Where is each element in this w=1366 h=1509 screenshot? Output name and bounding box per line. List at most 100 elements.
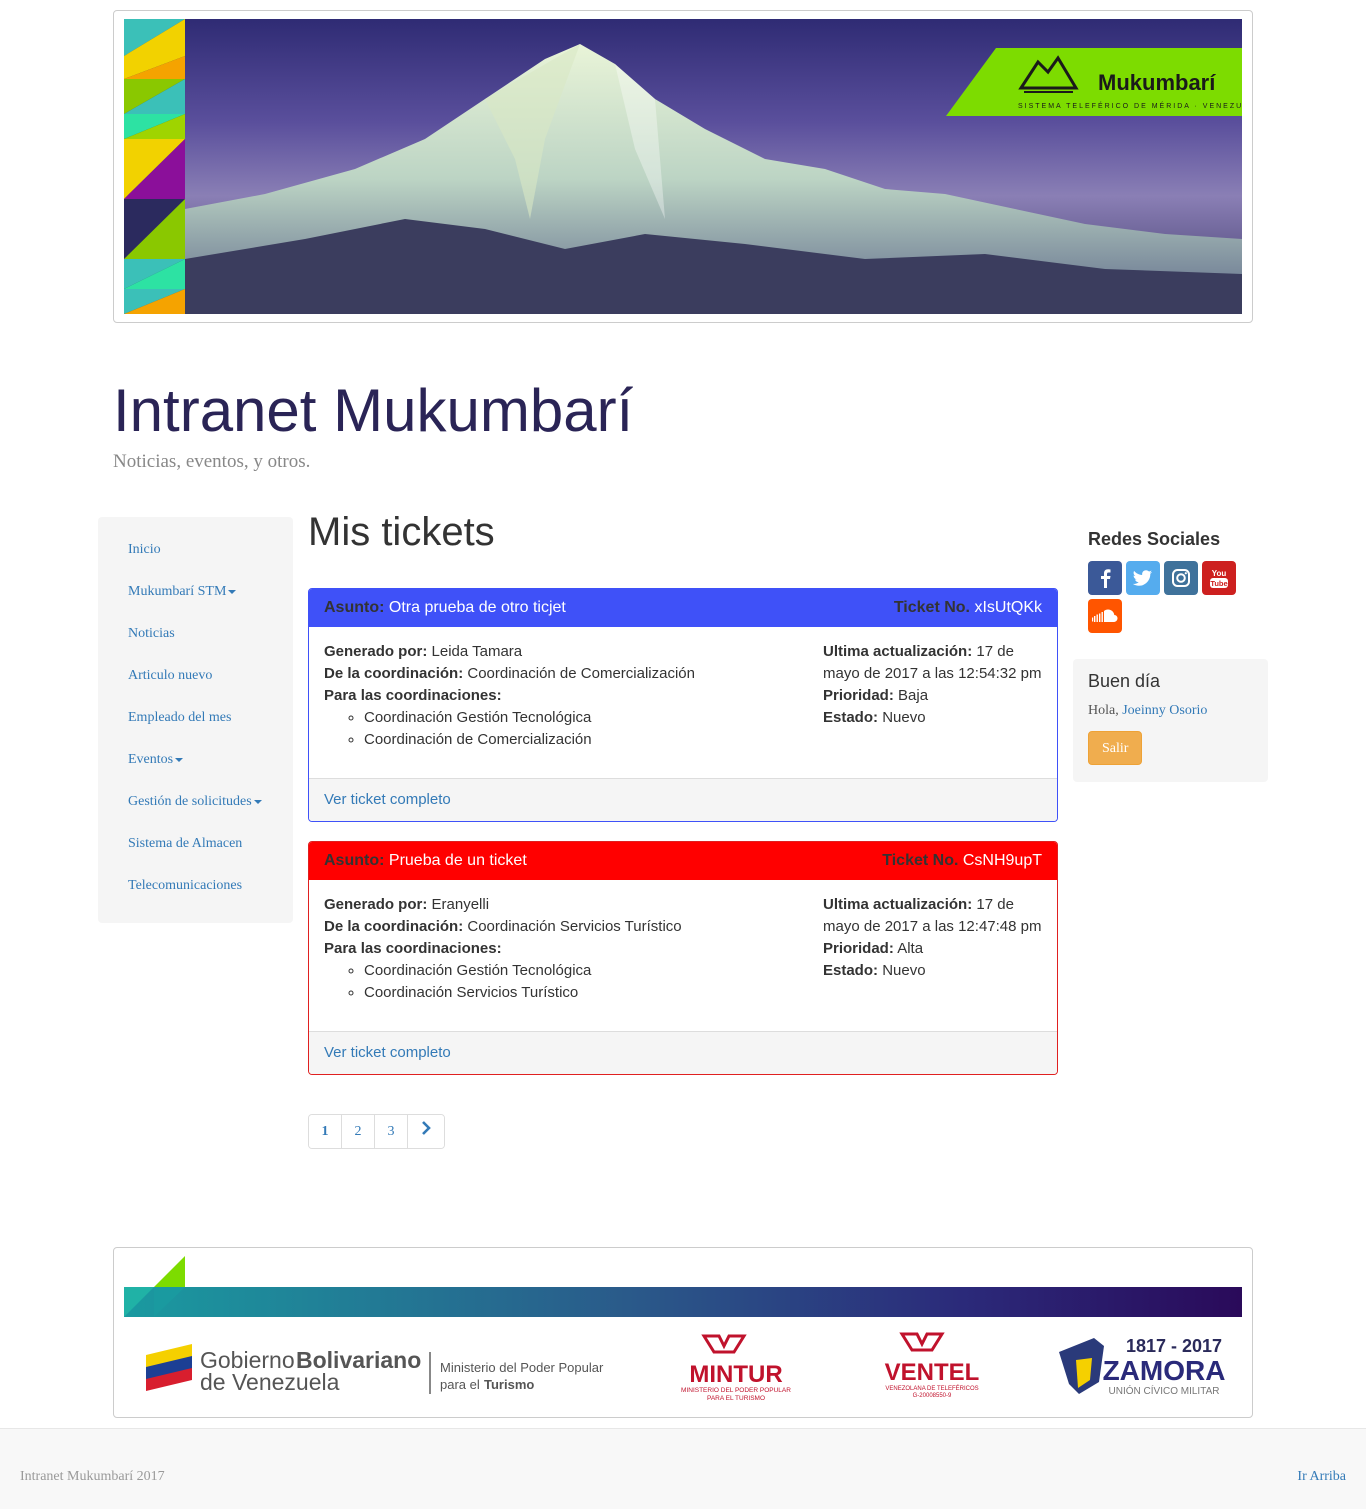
ticket-header: Asunto: Otra prueba de otro ticjet Ticke…: [309, 589, 1057, 627]
from-coord-value: Coordinación de Comercialización: [467, 665, 695, 682]
page-2-button[interactable]: 2: [342, 1115, 375, 1148]
zamora-logo: 1817 - 2017 ZAMORA UNIÓN CÍVICO MILITAR: [1059, 1336, 1225, 1397]
mukumbari-logo: Mukumbarí SISTEMA TELEFÉRICO DE MÉRIDA ·…: [946, 48, 1242, 116]
twitter-link[interactable]: [1126, 561, 1160, 595]
site-description: Noticias, eventos, y otros.: [113, 451, 311, 472]
from-coord-label: De la coordinación:: [324, 665, 464, 682]
ticket-header: Asunto: Prueba de un ticket Ticket No. C…: [309, 842, 1057, 880]
ticket-number-value: xIsUtQKk: [974, 599, 1042, 616]
ticket-number-value: CsNH9upT: [962, 852, 1042, 869]
copyright-text: Intranet Mukumbarí 2017: [20, 1469, 165, 1484]
nav-item-label: Gestión de solicitudes: [128, 794, 252, 809]
footer-logos-panel: Gobierno Bolivariano de Venezuela Minist…: [113, 1247, 1253, 1418]
logout-button[interactable]: Salir: [1088, 731, 1143, 765]
nav-item-eventos[interactable]: Eventos: [98, 739, 293, 781]
gobierno-bolivariano-logo: Gobierno Bolivariano de Venezuela Minist…: [146, 1344, 604, 1395]
subject-value: Otra prueba de otro ticjet: [388, 599, 566, 616]
instagram-link[interactable]: [1164, 561, 1198, 595]
view-ticket-link[interactable]: Ver ticket completo: [324, 1044, 451, 1061]
subject-label: Asunto:: [324, 852, 385, 869]
ticket-status: Ultima actualización: 17 de mayo de 2017…: [823, 894, 1048, 982]
priority-label: Prioridad:: [823, 687, 894, 704]
pagination: 1 2 3: [308, 1114, 445, 1149]
svg-text:ZAMORA: ZAMORA: [1103, 1355, 1226, 1386]
generated-by-label: Generado por:: [324, 896, 428, 913]
view-ticket-link[interactable]: Ver ticket completo: [324, 791, 451, 808]
page-3-button[interactable]: 3: [375, 1115, 408, 1148]
svg-text:Ministerio del Poder Popular: Ministerio del Poder Popular: [440, 1360, 604, 1375]
nav-item-label: Mukumbarí STM: [128, 584, 227, 599]
to-coords-label: Para las coordinaciones:: [324, 687, 502, 704]
youtube-link[interactable]: You Tube: [1202, 561, 1236, 595]
page-footer: Intranet Mukumbarí 2017 Ir Arriba: [0, 1428, 1366, 1509]
nav-item-empleado-del-mes[interactable]: Empleado del mes: [98, 697, 293, 739]
ticket-details: Generado por: Eranyelli De la coordinaci…: [324, 894, 804, 1004]
ticket-body: Generado por: Eranyelli De la coordinaci…: [309, 880, 1057, 1031]
user-profile-link[interactable]: Joeinny Osorio: [1122, 703, 1207, 718]
ticket-subject: Asunto: Otra prueba de otro ticjet: [324, 599, 566, 617]
status-value: Nuevo: [882, 709, 926, 726]
svg-text:Tube: Tube: [1210, 579, 1227, 588]
nav-item-articulo-nuevo[interactable]: Articulo nuevo: [98, 655, 293, 697]
svg-text:Mukumbarí: Mukumbarí: [1098, 70, 1216, 95]
nav-item-telecomunicaciones[interactable]: Telecomunicaciones: [98, 865, 293, 907]
svg-text:PARA EL TURISMO: PARA EL TURISMO: [707, 1395, 765, 1402]
priority-value: Alta: [897, 940, 924, 957]
twitter-icon: [1133, 570, 1152, 586]
chevron-right-icon: [422, 1121, 431, 1135]
caret-down-icon: [228, 589, 237, 594]
ticket-details: Generado por: Leida Tamara De la coordin…: [324, 641, 804, 751]
ticket-body: Generado por: Leida Tamara De la coordin…: [309, 627, 1057, 778]
status-label: Estado:: [823, 709, 879, 726]
page-1-button[interactable]: 1: [309, 1115, 342, 1148]
list-item: Coordinación de Comercialización: [364, 729, 804, 751]
facebook-icon: [1101, 569, 1111, 588]
status-label: Estado:: [823, 962, 879, 979]
ticket-card: Asunto: Prueba de un ticket Ticket No. C…: [308, 841, 1058, 1075]
generated-by-label: Generado por:: [324, 643, 428, 660]
nav-item-label: Eventos: [128, 752, 174, 767]
svg-text:MINISTERIO DEL PODER POPULAR: MINISTERIO DEL PODER POPULAR: [681, 1387, 791, 1394]
svg-text:para el: para el: [440, 1377, 480, 1392]
updated-label: Ultima actualización:: [823, 643, 973, 660]
priority-label: Prioridad:: [823, 940, 894, 957]
nav-item-noticias[interactable]: Noticias: [98, 613, 293, 655]
ticket-card: Asunto: Otra prueba de otro ticjet Ticke…: [308, 588, 1058, 822]
updated-label: Ultima actualización:: [823, 896, 973, 913]
welcome-panel: Buen día Hola, Joeinny Osorio Salir: [1073, 659, 1268, 782]
ticket-footer: Ver ticket completo: [309, 1031, 1057, 1074]
ticket-status: Ultima actualización: 17 de mayo de 2017…: [823, 641, 1048, 729]
subject-value: Prueba de un ticket: [388, 852, 527, 869]
nav-item-mukumbari-stm[interactable]: Mukumbarí STM: [98, 571, 293, 613]
svg-text:1817 - 2017: 1817 - 2017: [1126, 1336, 1222, 1356]
svg-text:Turismo: Turismo: [484, 1377, 534, 1392]
generated-by-value: Leida Tamara: [431, 643, 523, 660]
svg-text:de Venezuela: de Venezuela: [200, 1369, 340, 1395]
caret-down-icon: [175, 757, 184, 762]
svg-text:SISTEMA TELEFÉRICO DE MÉRIDA ·: SISTEMA TELEFÉRICO DE MÉRIDA · VENEZUELA: [1018, 101, 1242, 110]
greeting-text: Hola,: [1088, 703, 1119, 718]
greeting: Hola, Joeinny Osorio: [1088, 703, 1253, 719]
next-page-button[interactable]: [408, 1115, 444, 1148]
from-coord-value: Coordinación Servicios Turístico: [467, 918, 682, 935]
svg-text:VENEZOLANA DE TELEFÉRICOS: VENEZOLANA DE TELEFÉRICOS: [885, 1385, 978, 1392]
nav-item-sistema-almacen[interactable]: Sistema de Almacen: [98, 823, 293, 865]
ticket-subject: Asunto: Prueba de un ticket: [324, 852, 527, 870]
back-to-top-link[interactable]: Ir Arriba: [1297, 1469, 1346, 1485]
ticket-number: Ticket No. xIsUtQKk: [894, 599, 1042, 617]
social-heading: Redes Sociales: [1088, 529, 1221, 549]
ticket-number-label: Ticket No.: [882, 852, 959, 869]
footer-strip: [124, 1256, 1242, 1317]
subject-label: Asunto:: [324, 599, 385, 616]
ticket-footer: Ver ticket completo: [309, 778, 1057, 821]
nav-item-gestion-solicitudes[interactable]: Gestión de solicitudes: [98, 781, 293, 823]
mintur-logo: MINTUR MINISTERIO DEL PODER POPULAR PARA…: [681, 1334, 791, 1402]
list-item: Coordinación Gestión Tecnológica: [364, 960, 804, 982]
banner-image: Mukumbarí SISTEMA TELEFÉRICO DE MÉRIDA ·…: [124, 19, 1242, 314]
caret-down-icon: [253, 799, 262, 804]
to-coords-list: Coordinación Gestión Tecnológica Coordin…: [324, 707, 804, 751]
soundcloud-link[interactable]: [1088, 599, 1122, 633]
nav-item-inicio[interactable]: Inicio: [98, 529, 293, 571]
ticket-number: Ticket No. CsNH9upT: [882, 852, 1042, 870]
facebook-link[interactable]: [1088, 561, 1122, 595]
